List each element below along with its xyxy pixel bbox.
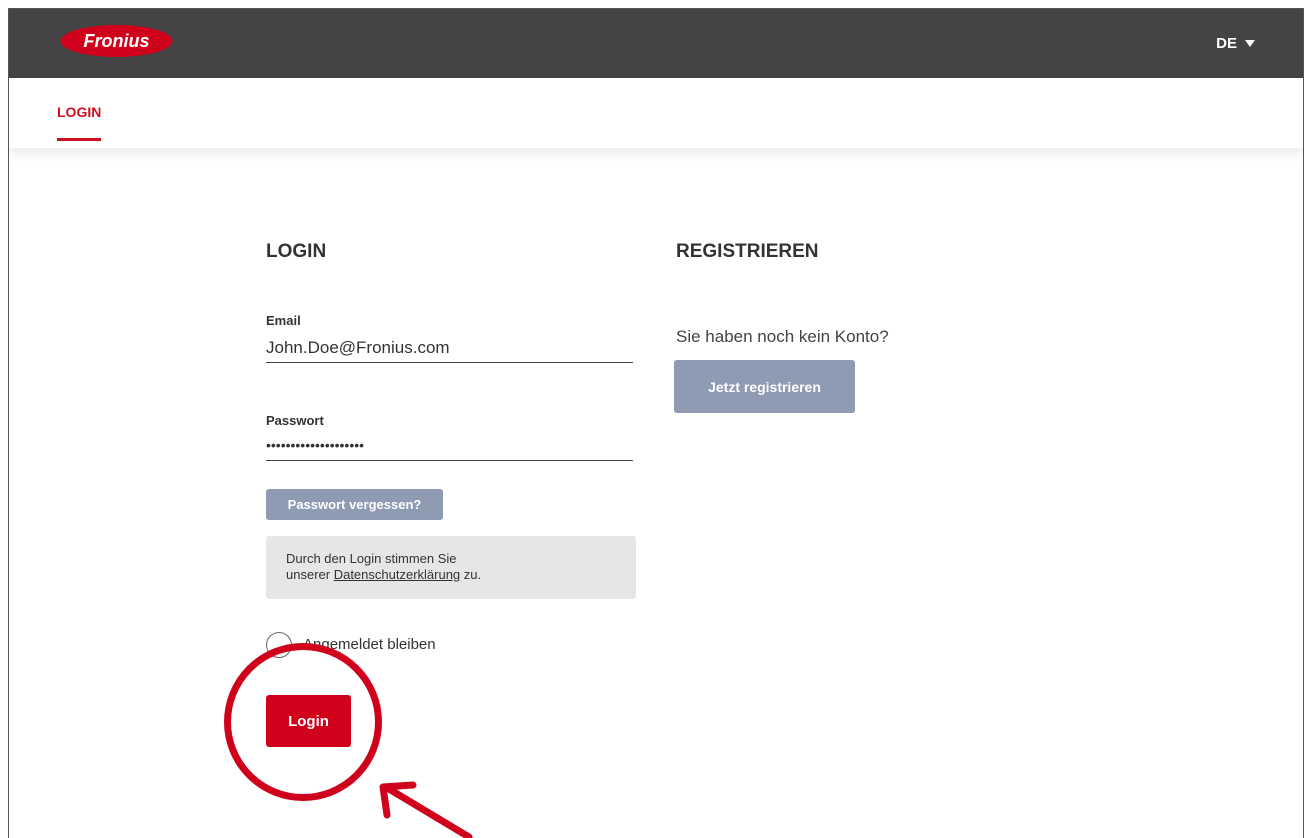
- notice-suffix: zu.: [460, 567, 482, 582]
- browser-frame: Fronius DE LOGIN LOGIN Email Passwort Pa…: [8, 8, 1304, 838]
- login-title: LOGIN: [266, 241, 327, 262]
- notice-line-2: unserer Datenschutzerklärung zu.: [286, 567, 616, 583]
- chevron-down-icon: [1245, 40, 1255, 47]
- login-button[interactable]: Login: [266, 695, 351, 747]
- register-question: Sie haben noch kein Konto?: [676, 327, 889, 346]
- forgot-password-button[interactable]: Passwort vergessen?: [266, 489, 443, 520]
- privacy-notice: Durch den Login stimmen Sie unserer Date…: [266, 536, 636, 599]
- language-selector[interactable]: DE: [1216, 35, 1255, 52]
- arrow-icon: [379, 781, 473, 838]
- top-bar: Fronius DE: [9, 9, 1303, 78]
- privacy-policy-link[interactable]: Datenschutzerklärung: [334, 567, 460, 582]
- tab-bar: LOGIN: [9, 78, 1303, 148]
- password-field[interactable]: [266, 437, 633, 461]
- svg-text:Fronius: Fronius: [84, 31, 150, 51]
- fronius-logo[interactable]: Fronius: [59, 23, 174, 59]
- email-label: Email: [266, 313, 301, 328]
- password-label: Passwort: [266, 413, 324, 428]
- notice-line-1: Durch den Login stimmen Sie: [286, 551, 457, 566]
- tab-login[interactable]: LOGIN: [57, 104, 102, 141]
- notice-prefix: unserer: [286, 567, 334, 582]
- language-label: DE: [1216, 35, 1237, 52]
- register-title: REGISTRIEREN: [676, 241, 819, 262]
- register-button[interactable]: Jetzt registrieren: [674, 360, 855, 413]
- remember-me-label: Angemeldet bleiben: [303, 636, 436, 653]
- remember-me-radio[interactable]: [266, 632, 292, 658]
- email-field[interactable]: [266, 338, 633, 363]
